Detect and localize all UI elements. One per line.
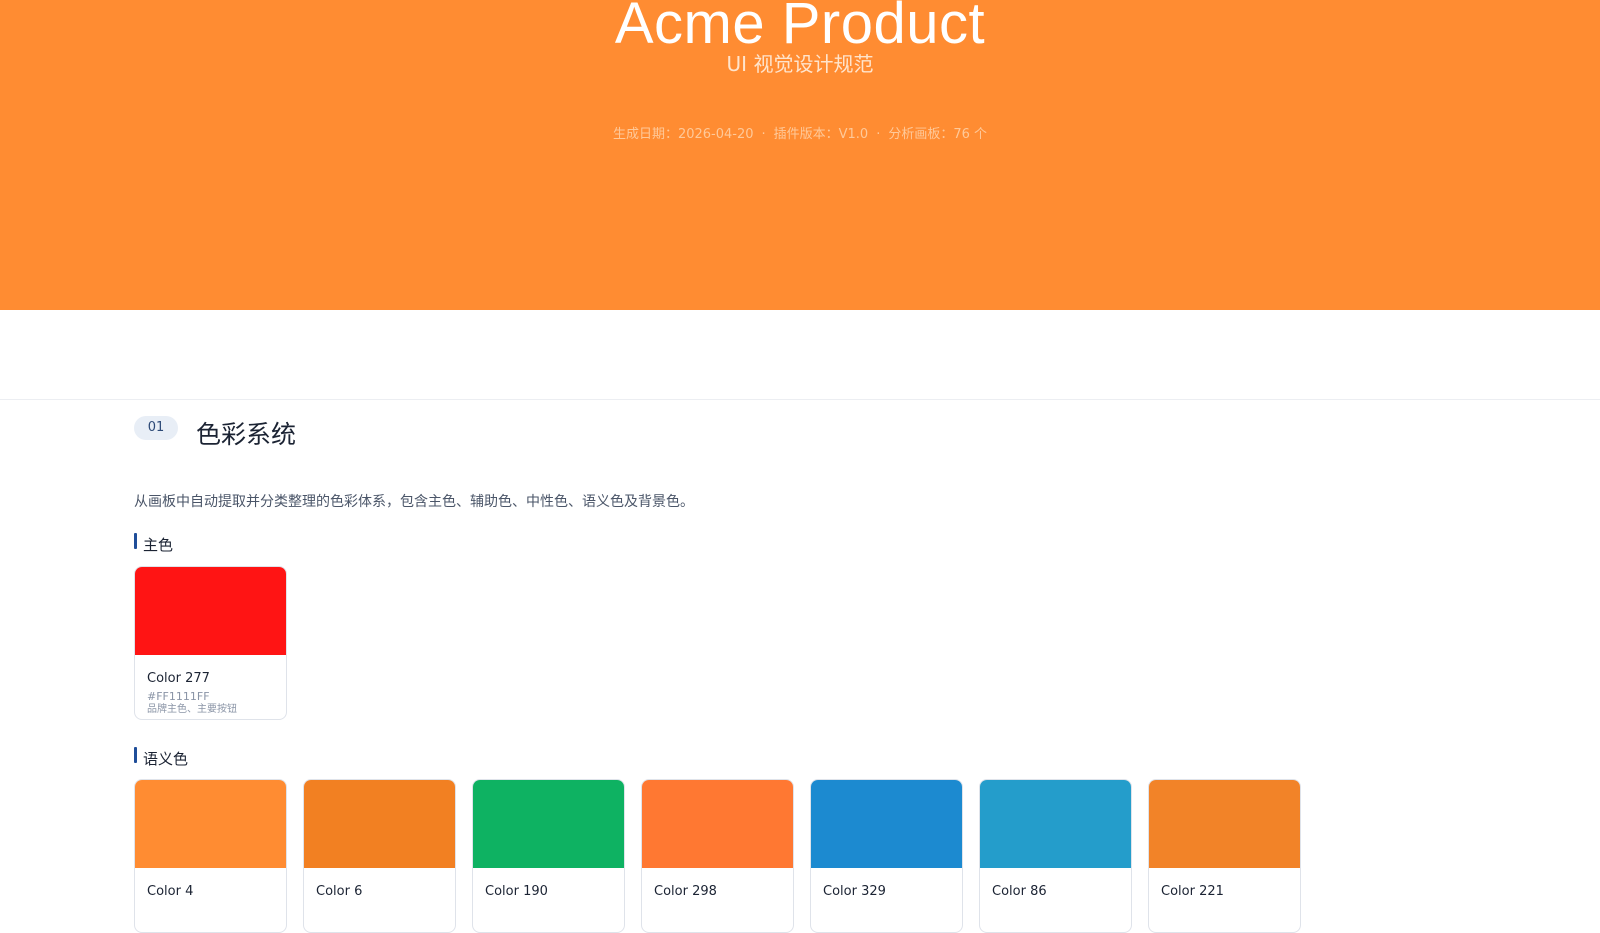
- color-swatch: [811, 780, 962, 868]
- meta-version: 插件版本：V1.0: [773, 127, 869, 142]
- color-swatch: [473, 780, 624, 868]
- nav-band: [0, 310, 1600, 400]
- color-card-semantic[interactable]: Color 190: [472, 779, 625, 933]
- color-swatch: [980, 780, 1131, 868]
- meta-separator: ·: [761, 127, 766, 142]
- meta-info: 生成日期：2026-04-20 · 插件版本：V1.0 · 分析画板：76 个: [0, 126, 1600, 144]
- section-title: 色彩系统: [196, 420, 297, 449]
- color-name: Color 277: [147, 671, 210, 686]
- page-subtitle: UI 视觉设计规范: [726, 52, 874, 76]
- section-description: 从画板中自动提取并分类整理的色彩体系，包含主色、辅助色、中性色、语义色及背景色。: [134, 494, 694, 510]
- color-name: Color 4: [147, 884, 194, 899]
- hero-banner: Acme Product UI 视觉设计规范 生成日期：2026-04-20 · 插…: [0, 0, 1600, 310]
- color-swatch: [642, 780, 793, 868]
- color-card-semantic[interactable]: Color 298: [641, 779, 794, 933]
- color-name: Color 221: [1161, 884, 1224, 899]
- section-number-badge: 01: [134, 416, 178, 440]
- color-hex: #FF1111FF: [147, 690, 210, 703]
- color-swatch: [1149, 780, 1300, 868]
- semantic-color-heading: 语义色: [134, 747, 188, 769]
- color-card-semantic[interactable]: Color 329: [810, 779, 963, 933]
- color-swatch: [135, 780, 286, 868]
- color-card-semantic[interactable]: Color 6: [303, 779, 456, 933]
- color-card-semantic[interactable]: Color 86: [979, 779, 1132, 933]
- meta-separator: ·: [876, 127, 881, 142]
- color-name: Color 6: [316, 884, 363, 899]
- color-name: Color 86: [992, 884, 1047, 899]
- primary-color-heading: 主色: [134, 533, 173, 555]
- meta-date: 生成日期：2026-04-20: [612, 127, 754, 142]
- color-swatch: [135, 567, 286, 655]
- color-card-semantic[interactable]: Color 221: [1148, 779, 1301, 933]
- color-name: Color 329: [823, 884, 886, 899]
- color-card-primary[interactable]: Color 277 #FF1111FF 品牌主色、主要按钮: [134, 566, 287, 720]
- color-name: Color 190: [485, 884, 548, 899]
- meta-boards: 分析画板：76 个: [888, 127, 988, 142]
- color-swatch: [304, 780, 455, 868]
- color-usage: 品牌主色、主要按钮: [147, 704, 237, 715]
- color-name: Color 298: [654, 884, 717, 899]
- color-card-semantic[interactable]: Color 4: [134, 779, 287, 933]
